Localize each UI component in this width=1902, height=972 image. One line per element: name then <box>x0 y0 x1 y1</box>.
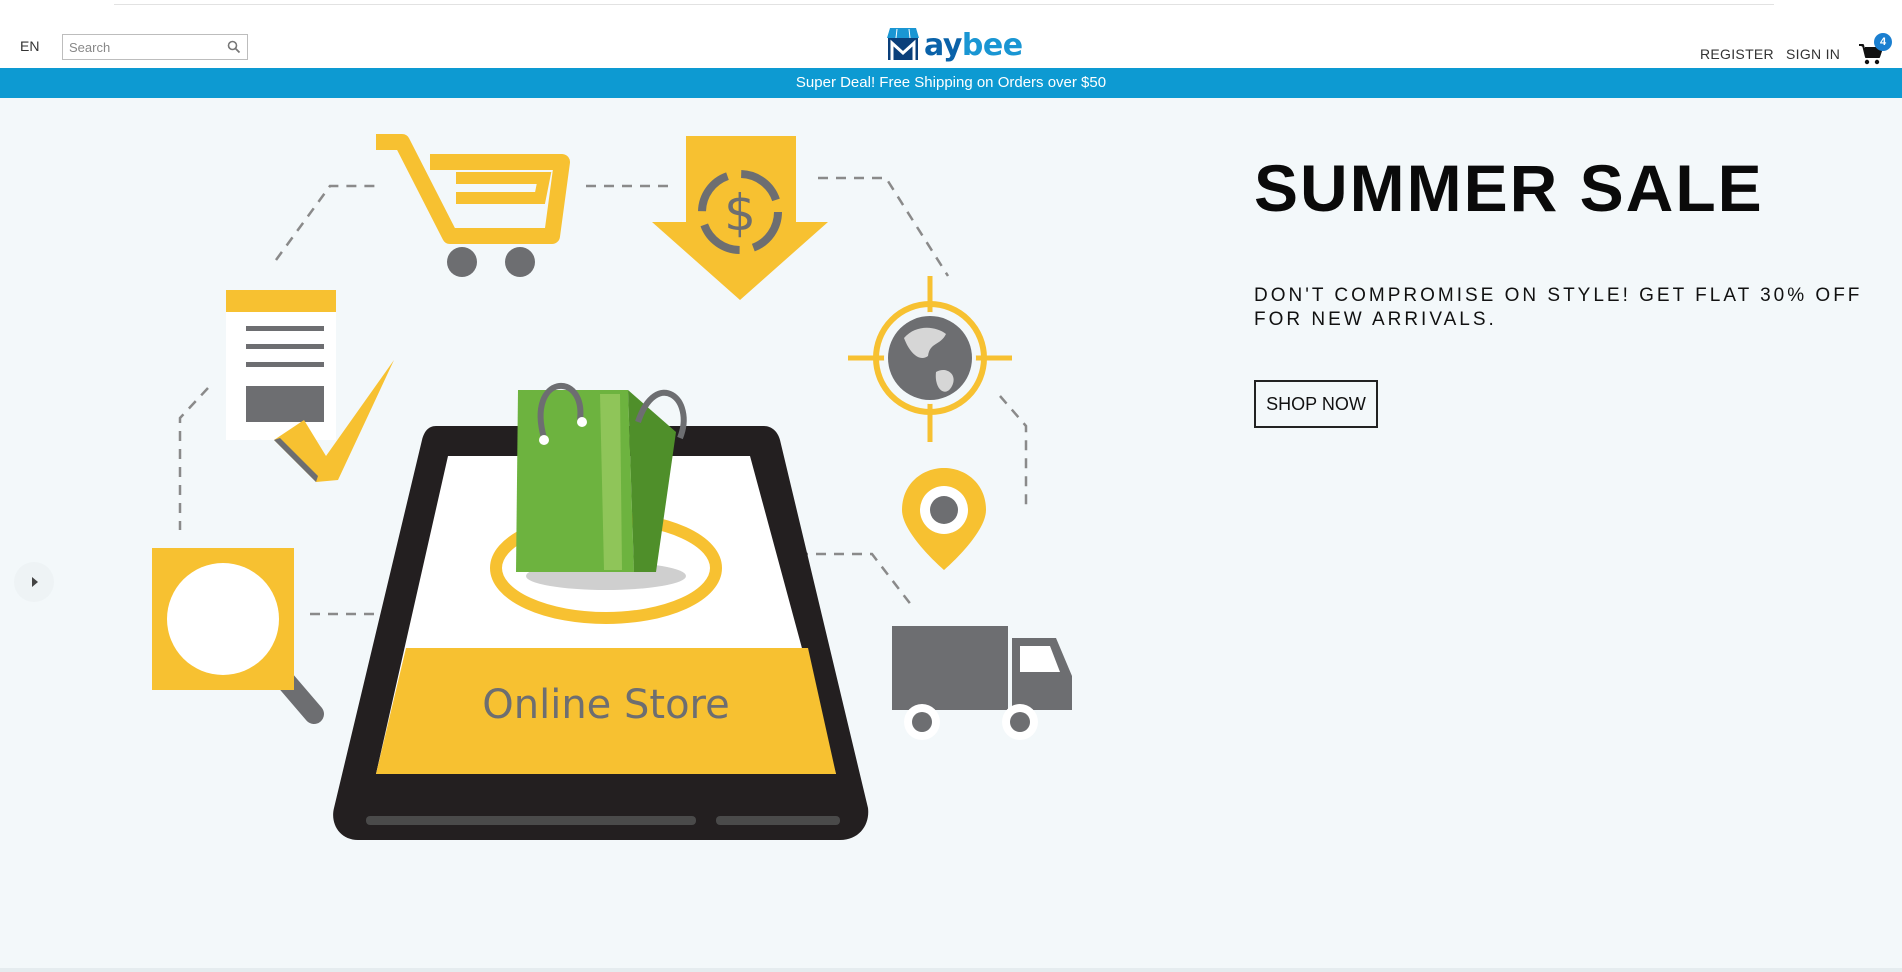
hero-subtitle: DON'T COMPROMISE ON STYLE! GET FLAT 30% … <box>1254 285 1863 330</box>
logo-text-ay: ay <box>924 28 962 63</box>
logo-wordmark: aybee <box>924 28 1023 63</box>
delivery-truck-icon <box>892 626 1072 740</box>
dollar-arrow-icon: $ <box>652 136 828 300</box>
search-box[interactable] <box>62 34 248 60</box>
sign-in-link[interactable]: SIGN IN <box>1786 46 1840 62</box>
online-store-label: Online Store <box>482 682 729 728</box>
globe-target-icon <box>848 276 1012 442</box>
logo-text-bee: bee <box>961 28 1023 63</box>
shop-now-button[interactable]: SHOP NOW <box>1254 380 1378 428</box>
slider-prev-button[interactable] <box>14 562 54 602</box>
slider-prev-icon <box>32 577 38 587</box>
language-selector[interactable]: EN <box>20 38 39 54</box>
bottom-edge <box>0 968 1902 972</box>
online-store-illustration: $ Online Store <box>152 134 1072 840</box>
register-link[interactable]: REGISTER <box>1700 46 1774 62</box>
maybee-logo[interactable]: aybee <box>884 24 1024 66</box>
cart-count-badge: 4 <box>1874 33 1892 51</box>
document-check-icon <box>226 290 394 482</box>
site-header: EN aybee REGISTER SIGN IN 4 <box>0 0 1902 68</box>
promo-banner: Super Deal! Free Shipping on Orders over… <box>0 68 1902 98</box>
svg-text:$: $ <box>724 184 756 242</box>
search-input[interactable] <box>63 35 219 59</box>
cart-illustration-icon <box>376 134 570 277</box>
logo-store-mark-icon <box>887 28 919 60</box>
header-top-divider <box>114 0 1774 5</box>
location-pin-icon <box>902 468 986 570</box>
search-icon[interactable] <box>227 40 241 54</box>
hero-title: SUMMER SALE <box>1254 151 1764 225</box>
magnifier-icon <box>152 548 324 724</box>
